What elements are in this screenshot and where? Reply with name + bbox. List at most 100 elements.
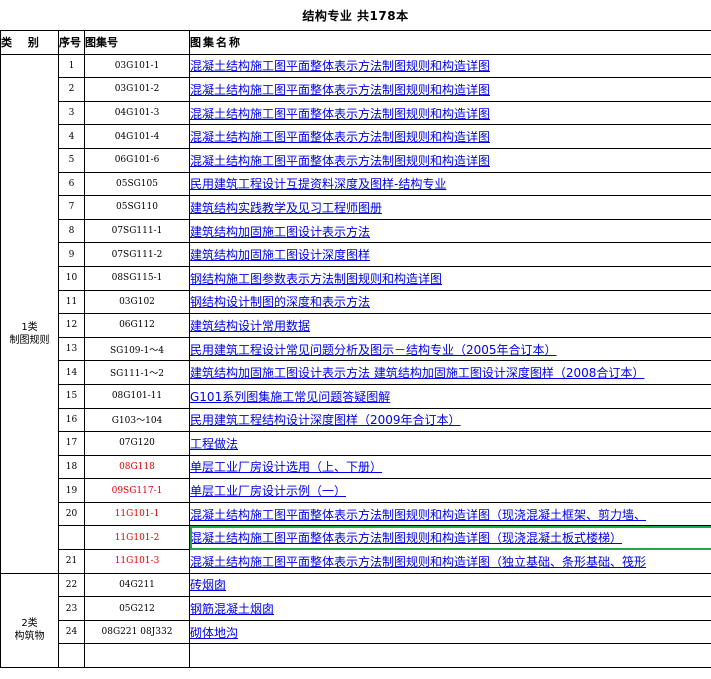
header-atlas-name: 图集名称 bbox=[189, 30, 711, 55]
atlas-name-cell[interactable]: 民用建筑工程设计常见问题分析及图示－结构专业（2005年合订本） bbox=[189, 336, 711, 362]
header-category: 类 别 bbox=[0, 30, 59, 55]
atlas-name-cell[interactable]: 砖烟囱 bbox=[189, 572, 711, 598]
atlas-name-link[interactable]: 混凝土结构施工图平面整体表示方法制图规则和构造详图（现浇混凝土框架、剪力墙、 bbox=[191, 508, 647, 522]
header-number: 序号 bbox=[58, 30, 85, 55]
table-row: 12 06G112 建筑结构设计常用数据 bbox=[1, 313, 711, 338]
table-row: 14 SG111-1～2 建筑结构加固施工图设计表示方法 建筑结构加固施工图设计深度… bbox=[1, 360, 711, 385]
table-viewport: 类 别 序号 图集号 图集名称 1类 制图规则 1 03G101-1 混凝土结构施工图平… bbox=[0, 0, 711, 679]
atlas-name-link[interactable]: 民用建筑工程设计常见问题分析及图示－结构专业（2005年合订本） bbox=[191, 343, 557, 357]
row-number: 9 bbox=[58, 242, 85, 267]
atlas-name-cell[interactable]: 混凝土结构施工图平面整体表示方法制图规则和构造详图 bbox=[189, 53, 711, 79]
atlas-name-link[interactable]: 民用建筑工程结构设计深度图样（2009年合订本） bbox=[191, 413, 461, 427]
atlas-name-cell[interactable] bbox=[189, 643, 711, 669]
atlas-name-link[interactable]: 单层工业厂房设计选用（上、下册） bbox=[191, 460, 383, 474]
row-number: 13 bbox=[58, 336, 85, 362]
atlas-code: 03G101-2 bbox=[84, 77, 190, 102]
atlas-name-cell[interactable]: 混凝土结构施工图平面整体表示方法制图规则和构造详图 bbox=[189, 124, 711, 149]
atlas-name-link[interactable]: 钢结构施工图参数表示方法制图规则和构造详图 bbox=[191, 272, 443, 286]
atlas-name-link[interactable]: 钢结构设计制图的深度和表示方法 bbox=[191, 295, 371, 309]
atlas-name-link[interactable]: G101系列图集施工常见问题答疑图解 bbox=[191, 390, 391, 404]
row-number: 15 bbox=[58, 383, 85, 409]
atlas-name-link[interactable]: 钢筋混凝土烟囱 bbox=[191, 602, 275, 616]
row-number: 21 bbox=[58, 549, 85, 574]
atlas-name-cell[interactable]: 钢结构设计制图的深度和表示方法 bbox=[189, 289, 711, 315]
atlas-name-cell[interactable]: 单层工业厂房设计选用（上、下册） bbox=[189, 454, 711, 480]
atlas-name-link[interactable]: 混凝土结构施工图平面整体表示方法制图规则和构造详图（独立基础、条形基础、筏形 bbox=[191, 555, 647, 569]
atlas-name-link[interactable]: 混凝土结构施工图平面整体表示方法制图规则和构造详图 bbox=[191, 154, 491, 168]
row-number: 12 bbox=[58, 313, 85, 338]
atlas-code: 09SG117-1 bbox=[84, 478, 190, 503]
table-row: 11 03G102 钢结构设计制图的深度和表示方法 bbox=[1, 289, 711, 315]
atlas-name-link[interactable]: 建筑结构加固施工图设计表示方法 建筑结构加固施工图设计深度图样（2008合订本） bbox=[191, 366, 645, 380]
atlas-code: 11G101-1 bbox=[84, 501, 190, 527]
table-row: 2 03G101-2 混凝土结构施工图平面整体表示方法制图规则和构造详图 bbox=[1, 77, 711, 102]
atlas-name-cell[interactable]: 建筑结构加固施工图设计表示方法 建筑结构加固施工图设计深度图样（2008合订本） bbox=[189, 360, 711, 385]
atlas-code: 04G211 bbox=[84, 572, 190, 598]
row-number: 17 bbox=[58, 431, 85, 456]
atlas-code: 08G221 08J332 bbox=[84, 619, 190, 645]
atlas-name-link[interactable]: 混凝土结构施工图平面整体表示方法制图规则和构造详图 bbox=[191, 59, 491, 73]
atlas-name-link[interactable]: 建筑结构加固施工图设计深度图样 bbox=[191, 248, 371, 262]
atlas-name-link[interactable]: 建筑结构实践教学及见习工程师图册 bbox=[191, 201, 383, 215]
atlas-name-cell[interactable]: 建筑结构实践教学及见习工程师图册 bbox=[189, 195, 711, 220]
table-row: 5 06G101-6 混凝土结构施工图平面整体表示方法制图规则和构造详图 bbox=[1, 147, 711, 173]
atlas-name-link[interactable]: 工程做法 bbox=[191, 437, 239, 451]
table-row: 9 07SG111-2 建筑结构加固施工图设计深度图样 bbox=[1, 242, 711, 267]
atlas-name-cell[interactable]: 工程做法 bbox=[189, 431, 711, 456]
table-row: 10 08SG115-1 钢结构施工图参数表示方法制图规则和构造详图 bbox=[1, 265, 711, 291]
atlas-name-link[interactable]: 单层工业厂房设计示例（一） bbox=[191, 484, 347, 498]
atlas-name-cell[interactable]: 民用建筑工程设计互提资料深度及图样-结构专业 bbox=[189, 171, 711, 197]
table-row: 6 05SG105 民用建筑工程设计互提资料深度及图样-结构专业 bbox=[1, 171, 711, 197]
atlas-name-cell[interactable]: 钢筋混凝土烟囱 bbox=[189, 596, 711, 621]
table-row: 19 09SG117-1 单层工业厂房设计示例（一） bbox=[1, 478, 711, 503]
atlas-code: 05SG105 bbox=[84, 171, 190, 197]
atlas-code: G103～104 bbox=[84, 407, 190, 433]
atlas-name-cell[interactable]: 建筑结构加固施工图设计表示方法 bbox=[189, 218, 711, 244]
atlas-name-cell[interactable]: 混凝土结构施工图平面整体表示方法制图规则和构造详图 bbox=[189, 147, 711, 173]
category-label-line2: 构筑物 bbox=[14, 631, 45, 643]
table-row bbox=[1, 643, 711, 669]
atlas-name-link[interactable]: 建筑结构加固施工图设计表示方法 bbox=[191, 225, 371, 239]
atlas-name-cell[interactable]: 建筑结构设计常用数据 bbox=[189, 313, 711, 338]
atlas-code: 04G101-4 bbox=[84, 124, 190, 149]
atlas-name-cell[interactable]: G101系列图集施工常见问题答疑图解 bbox=[189, 383, 711, 409]
atlas-code: 04G101-3 bbox=[84, 100, 190, 126]
atlas-name-cell-selected[interactable]: 混凝土结构施工图平面整体表示方法制图规则和构造详图（现浇混凝土板式楼梯） bbox=[189, 525, 711, 551]
atlas-name-cell[interactable]: 单层工业厂房设计示例（一） bbox=[189, 478, 711, 503]
atlas-name-cell[interactable]: 钢结构施工图参数表示方法制图规则和构造详图 bbox=[189, 265, 711, 291]
category-cell: 1类 制图规则 bbox=[0, 53, 59, 574]
table-row: 20 11G101-1 混凝土结构施工图平面整体表示方法制图规则和构造详图（现浇混凝… bbox=[1, 501, 711, 527]
row-number: 16 bbox=[58, 407, 85, 433]
atlas-name-link[interactable]: 民用建筑工程设计互提资料深度及图样-结构专业 bbox=[191, 177, 447, 191]
atlas-name-link[interactable]: 砌体地沟 bbox=[191, 626, 239, 640]
row-number: 24 bbox=[58, 619, 85, 645]
atlas-name-link[interactable]: 混凝土结构施工图平面整体表示方法制图规则和构造详图 bbox=[191, 107, 491, 121]
atlas-name-cell[interactable]: 建筑结构加固施工图设计深度图样 bbox=[189, 242, 711, 267]
atlas-code: 07G120 bbox=[84, 431, 190, 456]
atlas-code: 06G101-6 bbox=[84, 147, 190, 173]
row-number: 22 bbox=[58, 572, 85, 598]
category-label-line1: 2类 bbox=[21, 618, 38, 630]
atlas-code: 08SG115-1 bbox=[84, 265, 190, 291]
table-row: 24 08G221 08J332 砌体地沟 bbox=[1, 619, 711, 645]
category-label-line2: 制图规则 bbox=[9, 334, 50, 346]
atlas-name-link[interactable]: 砖烟囱 bbox=[191, 578, 227, 592]
row-number: 14 bbox=[58, 360, 85, 385]
atlas-name-cell[interactable]: 混凝土结构施工图平面整体表示方法制图规则和构造详图（独立基础、条形基础、筏形 bbox=[189, 549, 711, 574]
atlas-name-link[interactable]: 建筑结构设计常用数据 bbox=[191, 319, 311, 333]
atlas-name-link[interactable]: 混凝土结构施工图平面整体表示方法制图规则和构造详图 bbox=[191, 130, 491, 144]
table-row: 21 11G101-3 混凝土结构施工图平面整体表示方法制图规则和构造详图（独立基础… bbox=[1, 549, 711, 574]
table-row: 11G101-2 混凝土结构施工图平面整体表示方法制图规则和构造详图（现浇混凝土板… bbox=[1, 525, 711, 551]
atlas-name-cell[interactable]: 混凝土结构施工图平面整体表示方法制图规则和构造详图 bbox=[189, 77, 711, 102]
atlas-name-cell[interactable]: 民用建筑工程结构设计深度图样（2009年合订本） bbox=[189, 407, 711, 433]
row-number: 6 bbox=[58, 171, 85, 197]
atlas-code: 11G101-3 bbox=[84, 549, 190, 574]
atlas-name-cell[interactable]: 混凝土结构施工图平面整体表示方法制图规则和构造详图（现浇混凝土框架、剪力墙、 bbox=[189, 501, 711, 527]
atlas-code: 08G101-11 bbox=[84, 383, 190, 409]
atlas-name-cell[interactable]: 砌体地沟 bbox=[189, 619, 711, 645]
atlas-code: 08G118 bbox=[84, 454, 190, 480]
atlas-name-cell[interactable]: 混凝土结构施工图平面整体表示方法制图规则和构造详图 bbox=[189, 100, 711, 126]
atlas-name-link[interactable]: 混凝土结构施工图平面整体表示方法制图规则和构造详图 bbox=[191, 83, 491, 97]
atlas-code: 05SG110 bbox=[84, 195, 190, 220]
atlas-name-link[interactable]: 混凝土结构施工图平面整体表示方法制图规则和构造详图（现浇混凝土板式楼梯） bbox=[191, 531, 623, 545]
